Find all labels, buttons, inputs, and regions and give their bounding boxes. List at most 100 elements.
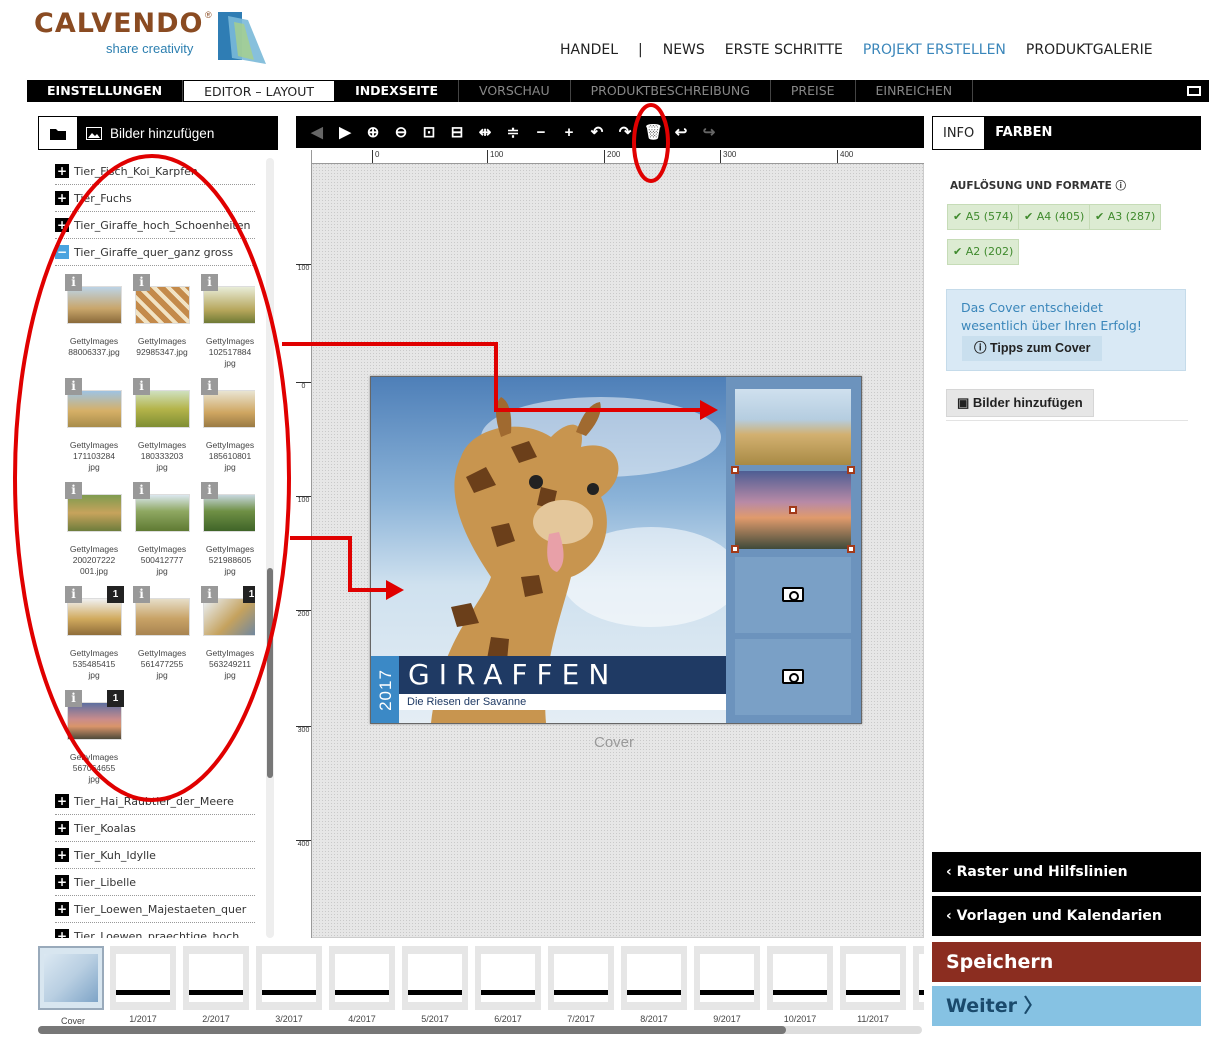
folder-row[interactable]: + Tier_Loewen_Majestaeten_quer bbox=[55, 896, 255, 923]
info-icon[interactable]: i bbox=[65, 274, 82, 291]
page-thumb[interactable]: 10/2017 bbox=[767, 946, 833, 1024]
page-thumb[interactable] bbox=[913, 946, 924, 1010]
page-thumb-cover[interactable]: Cover bbox=[38, 946, 104, 1024]
fit-height-icon[interactable]: ⊟ bbox=[448, 123, 466, 141]
expand-icon[interactable]: + bbox=[55, 902, 69, 916]
scrollbar-thumb[interactable] bbox=[267, 568, 273, 778]
info-icon[interactable]: i bbox=[201, 586, 218, 603]
info-icon[interactable]: i bbox=[65, 378, 82, 395]
fullscreen-icon[interactable] bbox=[1187, 86, 1201, 96]
image-thumbnail[interactable]: i GettyImages 521988605 jpg bbox=[191, 482, 255, 586]
nav-news[interactable]: NEWS bbox=[663, 42, 705, 58]
expand-icon[interactable]: + bbox=[55, 794, 69, 808]
templates-calendars-toggle[interactable]: ‹ Vorlagen und Kalendarien bbox=[932, 896, 1201, 936]
rotate-right-icon[interactable]: ↷ bbox=[616, 123, 634, 141]
image-thumbnail[interactable]: i 1 GettyImages 567064655 jpg bbox=[55, 690, 124, 794]
image-thumbnail[interactable]: i GettyImages 88006337.jpg bbox=[55, 274, 122, 378]
info-icon[interactable]: i bbox=[65, 482, 82, 499]
page-thumb[interactable]: 7/2017 bbox=[548, 946, 614, 1024]
resize-handle[interactable] bbox=[847, 545, 855, 553]
image-thumbnail[interactable]: i GettyImages 185610801 jpg bbox=[191, 378, 255, 482]
zoom-out-icon[interactable]: ⊖ bbox=[392, 123, 410, 141]
move-handle[interactable] bbox=[789, 506, 797, 514]
expand-icon[interactable]: + bbox=[55, 191, 69, 205]
fit-width-icon[interactable]: ⊡ bbox=[420, 123, 438, 141]
info-icon[interactable]: i bbox=[201, 274, 218, 291]
info-icon[interactable]: i bbox=[133, 274, 150, 291]
cover-title[interactable]: GIRAFFEN bbox=[408, 658, 618, 691]
folder-row[interactable]: + Tier_Kuh_Idylle bbox=[55, 842, 255, 869]
folder-row[interactable]: + Tier_Libelle bbox=[55, 869, 255, 896]
zoom-in-icon[interactable]: ⊕ bbox=[364, 123, 382, 141]
image-list-scrollbar[interactable] bbox=[266, 158, 274, 938]
save-button[interactable]: Speichern bbox=[932, 942, 1201, 982]
image-thumbnail[interactable]: i GettyImages 171103284 jpg bbox=[55, 378, 122, 482]
tab-indexseite[interactable]: INDEXSEITE bbox=[335, 80, 459, 102]
tab-info[interactable]: INFO bbox=[932, 116, 986, 150]
filmstrip-scrollbar[interactable] bbox=[38, 1026, 922, 1034]
delete-icon[interactable]: 🗑 bbox=[644, 123, 663, 141]
page-thumb[interactable]: 9/2017 bbox=[694, 946, 760, 1024]
expand-icon[interactable]: + bbox=[55, 929, 69, 938]
add-images-button[interactable]: Bilder hinzufügen bbox=[86, 126, 214, 141]
collapse-icon[interactable]: − bbox=[55, 245, 69, 259]
tab-preise[interactable]: PREISE bbox=[771, 80, 856, 102]
expand-icon[interactable]: + bbox=[55, 218, 69, 232]
resize-handle[interactable] bbox=[731, 466, 739, 474]
folder-icon[interactable] bbox=[38, 116, 78, 150]
folder-row-expanded[interactable]: − Tier_Giraffe_quer_ganz gross bbox=[55, 239, 255, 266]
undo-icon[interactable]: ↩ bbox=[672, 123, 690, 141]
tab-editor-layout[interactable]: EDITOR – LAYOUT bbox=[183, 80, 336, 102]
page-thumb[interactable]: 4/2017 bbox=[329, 946, 395, 1024]
add-images-right-button[interactable]: ▣ Bilder hinzufügen bbox=[946, 389, 1094, 417]
image-thumbnail[interactable]: i GettyImages 500412777 jpg bbox=[123, 482, 190, 586]
cover-tips-button[interactable]: ⓘ Tipps zum Cover bbox=[962, 336, 1103, 361]
nav-erste-schritte[interactable]: ERSTE SCHRITTE bbox=[725, 42, 843, 58]
expand-icon[interactable]: + bbox=[55, 875, 69, 889]
rotate-left-icon[interactable]: ↶ bbox=[588, 123, 606, 141]
flip-vertical-icon[interactable]: ≑ bbox=[504, 123, 522, 141]
info-icon[interactable]: i bbox=[65, 586, 82, 603]
folder-row[interactable]: + Tier_Giraffe_hoch_Schoenheiten bbox=[55, 212, 255, 239]
info-icon[interactable]: i bbox=[201, 482, 218, 499]
resize-handle[interactable] bbox=[847, 466, 855, 474]
redo-icon[interactable]: ↪ bbox=[700, 123, 718, 141]
calvendo-logo[interactable]: CALVENDO ® share creativity bbox=[34, 8, 274, 64]
next-button[interactable]: Weiter 〉 bbox=[932, 986, 1201, 1026]
cover-subtitle[interactable]: Die Riesen der Savanne bbox=[407, 696, 526, 708]
expand-icon[interactable]: + bbox=[55, 164, 69, 178]
folder-row[interactable]: + Tier_Fisch_Koi_Karpfen bbox=[55, 158, 255, 185]
folder-row[interactable]: + Tier_Loewen_praechtige_hoch bbox=[55, 923, 255, 938]
tab-einstellungen[interactable]: EINSTELLUNGEN bbox=[27, 80, 184, 102]
info-circle-icon[interactable]: ⓘ bbox=[1116, 180, 1127, 192]
empty-photo-slot[interactable] bbox=[735, 557, 851, 633]
expand-icon[interactable]: + bbox=[55, 821, 69, 835]
image-thumbnail[interactable]: i GettyImages 92985347.jpg bbox=[123, 274, 190, 378]
enlarge-icon[interactable]: + bbox=[560, 124, 578, 141]
info-icon[interactable]: i bbox=[65, 690, 82, 707]
cover-year[interactable]: 2017 bbox=[376, 665, 396, 715]
tab-vorschau[interactable]: VORSCHAU bbox=[459, 80, 571, 102]
grid-guides-toggle[interactable]: ‹ Raster und Hilfslinien bbox=[932, 852, 1201, 892]
shrink-icon[interactable]: − bbox=[532, 124, 550, 141]
info-icon[interactable]: i bbox=[201, 378, 218, 395]
page-thumb[interactable]: 2/2017 bbox=[183, 946, 249, 1024]
folder-row[interactable]: + Tier_Fuchs bbox=[55, 185, 255, 212]
tab-produktbeschreibung[interactable]: PRODUKTBESCHREIBUNG bbox=[571, 80, 771, 102]
nav-handel[interactable]: HANDEL bbox=[560, 42, 618, 58]
page-thumb[interactable]: 1/2017 bbox=[110, 946, 176, 1024]
next-page-icon[interactable]: ▶ bbox=[336, 123, 354, 141]
info-icon[interactable]: i bbox=[133, 378, 150, 395]
nav-projekt-erstellen[interactable]: PROJEKT ERSTELLEN bbox=[863, 42, 1006, 58]
image-thumbnail[interactable]: i 1 GettyImages 563249211 jpg bbox=[191, 586, 255, 690]
folder-row[interactable]: + Tier_Koalas bbox=[55, 815, 255, 842]
tab-farben[interactable]: FARBEN bbox=[985, 116, 1062, 150]
page-thumb[interactable]: 8/2017 bbox=[621, 946, 687, 1024]
tab-einreichen[interactable]: EINREICHEN bbox=[856, 80, 974, 102]
flip-horizontal-icon[interactable]: ⇹ bbox=[476, 123, 494, 141]
image-thumbnail[interactable]: i GettyImages 200207222 001.jpg bbox=[55, 482, 122, 586]
image-thumbnail[interactable]: i GettyImages 102517884 jpg bbox=[191, 274, 255, 378]
info-icon[interactable]: i bbox=[133, 482, 150, 499]
page-thumb[interactable]: 11/2017 bbox=[840, 946, 906, 1024]
page-thumb[interactable]: 5/2017 bbox=[402, 946, 468, 1024]
